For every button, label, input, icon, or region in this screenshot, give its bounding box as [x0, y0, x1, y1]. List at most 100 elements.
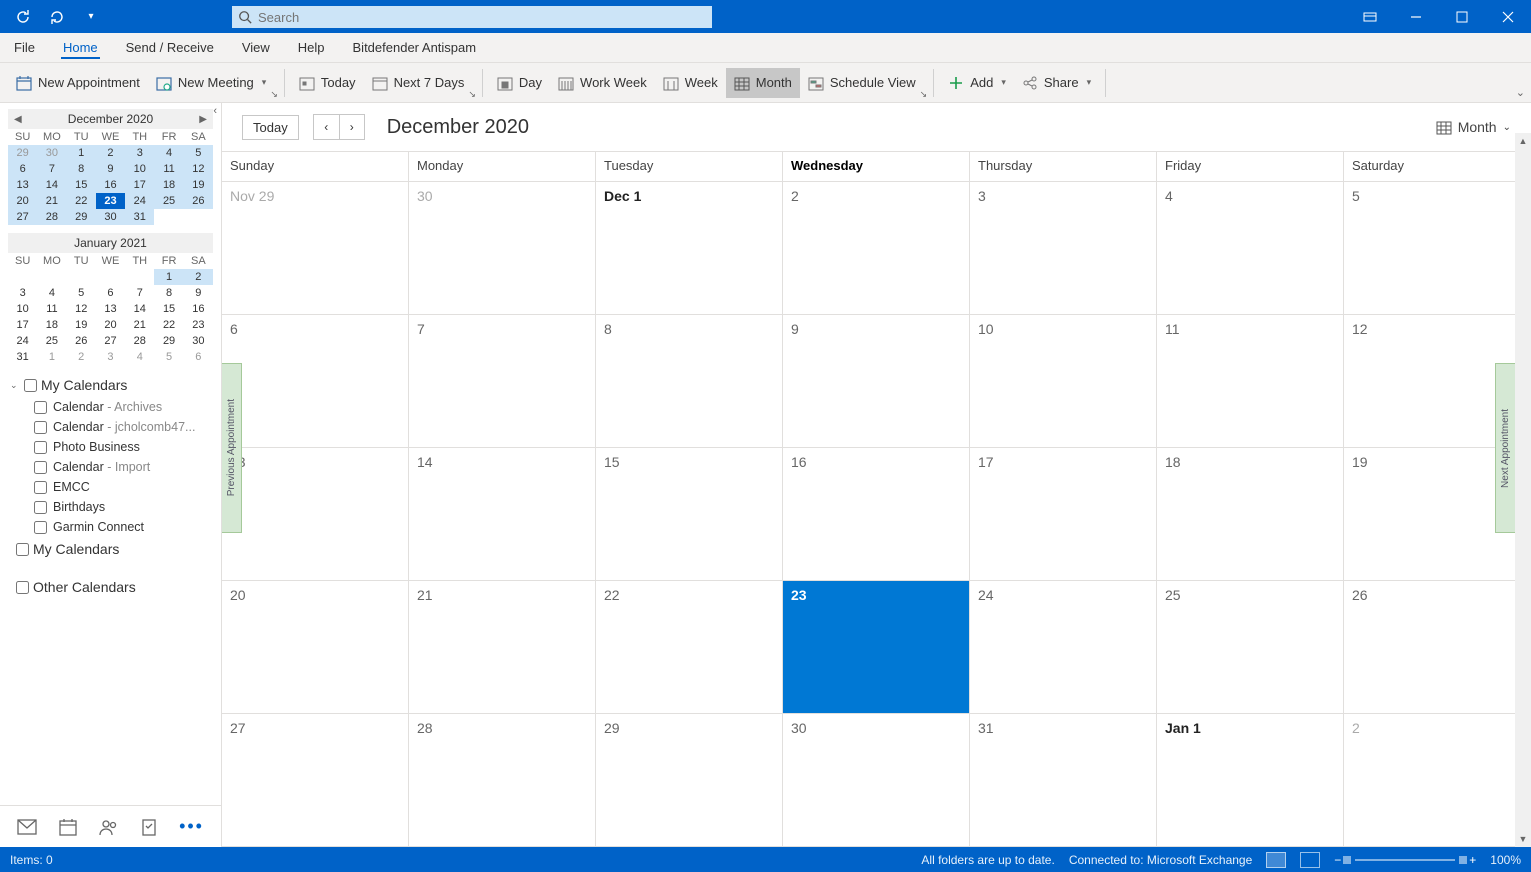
- minical-day[interactable]: 28: [125, 333, 154, 349]
- calendar-cell[interactable]: 16: [783, 448, 970, 581]
- sidebar-collapse-icon[interactable]: ‹: [213, 105, 217, 117]
- calendar-cell[interactable]: 6: [222, 315, 409, 448]
- calendar-group-my2[interactable]: My Calendars: [10, 537, 211, 561]
- group-checkbox[interactable]: [16, 543, 29, 556]
- calendar-cell[interactable]: 10: [970, 315, 1157, 448]
- calendar-checkbox[interactable]: [34, 481, 47, 494]
- minical-day[interactable]: 25: [37, 333, 66, 349]
- calendar-cell[interactable]: 23: [783, 581, 970, 714]
- ribbon-collapse-icon[interactable]: ⌄: [1516, 86, 1525, 99]
- calendar-checkbox[interactable]: [34, 441, 47, 454]
- minical-day[interactable]: 30: [96, 209, 125, 225]
- minical-day[interactable]: 21: [125, 317, 154, 333]
- calendar-cell[interactable]: 11: [1157, 315, 1344, 448]
- minical-day[interactable]: 21: [37, 193, 66, 209]
- minical-day[interactable]: 18: [154, 177, 183, 193]
- minical-day[interactable]: 9: [96, 161, 125, 177]
- calendar-item[interactable]: Photo Business: [10, 437, 211, 457]
- calendar-item[interactable]: Calendar - jcholcomb47...: [10, 417, 211, 437]
- minical-day[interactable]: 16: [96, 177, 125, 193]
- scroll-down-icon[interactable]: ▼: [1515, 831, 1531, 847]
- minical-day[interactable]: 6: [96, 285, 125, 301]
- minical-next-icon[interactable]: ▶: [199, 114, 207, 125]
- minical-prev-icon[interactable]: ◀: [14, 114, 22, 125]
- minical-day[interactable]: 1: [154, 269, 183, 285]
- minical-day[interactable]: 4: [37, 285, 66, 301]
- minical-day[interactable]: 17: [8, 317, 37, 333]
- minical-day[interactable]: 25: [154, 193, 183, 209]
- minical-day[interactable]: 29: [67, 209, 96, 225]
- calendar-cell[interactable]: 22: [596, 581, 783, 714]
- prev-month-button[interactable]: ‹: [313, 114, 339, 140]
- menu-home[interactable]: Home: [61, 36, 100, 59]
- minical-day[interactable]: 5: [184, 145, 213, 161]
- calendar-cell[interactable]: 15: [596, 448, 783, 581]
- week-view-button[interactable]: Week: [655, 68, 726, 98]
- zoom-in-icon[interactable]: +: [1469, 853, 1476, 867]
- minical-day[interactable]: 20: [96, 317, 125, 333]
- calendar-checkbox[interactable]: [34, 401, 47, 414]
- add-calendar-button[interactable]: Add ▾: [940, 68, 1014, 98]
- minical-day[interactable]: 30: [184, 333, 213, 349]
- calendar-checkbox[interactable]: [34, 501, 47, 514]
- group-checkbox[interactable]: [16, 581, 29, 594]
- minical-day[interactable]: 23: [184, 317, 213, 333]
- calendar-cell[interactable]: 4: [1157, 182, 1344, 315]
- next-month-button[interactable]: ›: [339, 114, 365, 140]
- maximize-button[interactable]: [1439, 0, 1485, 33]
- minical-day[interactable]: 8: [154, 285, 183, 301]
- calendar-cell[interactable]: 18: [1157, 448, 1344, 581]
- scrollbar[interactable]: ▲ ▼: [1515, 133, 1531, 847]
- calendar-item[interactable]: Calendar - Import: [10, 457, 211, 477]
- share-calendar-button[interactable]: Share ▾: [1014, 68, 1099, 98]
- calendar-cell[interactable]: 28: [409, 714, 596, 847]
- scroll-up-icon[interactable]: ▲: [1515, 133, 1531, 149]
- calendar-item[interactable]: Birthdays: [10, 497, 211, 517]
- group-launcher-icon[interactable]: ↘: [270, 89, 278, 100]
- calendar-item[interactable]: EMCC: [10, 477, 211, 497]
- menu-bitdefender-antispam[interactable]: Bitdefender Antispam: [351, 36, 479, 59]
- calendar-cell[interactable]: 27: [222, 714, 409, 847]
- minical-day[interactable]: 31: [8, 349, 37, 365]
- mail-icon[interactable]: [11, 813, 43, 841]
- goto-today-button[interactable]: Today: [242, 115, 299, 140]
- calendar-cell[interactable]: 29: [596, 714, 783, 847]
- group-checkbox[interactable]: [24, 379, 37, 392]
- calendar-icon[interactable]: [53, 812, 83, 842]
- calendar-cell[interactable]: 5: [1344, 182, 1531, 315]
- prev-appointment-tab[interactable]: Previous Appointment: [222, 363, 242, 533]
- minical-day[interactable]: 3: [8, 285, 37, 301]
- minical-day[interactable]: 24: [125, 193, 154, 209]
- undo-icon[interactable]: [44, 4, 70, 30]
- minical-day[interactable]: 19: [184, 177, 213, 193]
- day-view-button[interactable]: Day: [489, 68, 550, 98]
- minical-day[interactable]: 6: [8, 161, 37, 177]
- calendar-cell[interactable]: Nov 29: [222, 182, 409, 315]
- minical-day[interactable]: 3: [96, 349, 125, 365]
- calendar-cell[interactable]: Dec 1: [596, 182, 783, 315]
- minical-day[interactable]: 20: [8, 193, 37, 209]
- calendar-cell[interactable]: 17: [970, 448, 1157, 581]
- tasks-icon[interactable]: [135, 812, 163, 842]
- minical-day[interactable]: 12: [184, 161, 213, 177]
- calendar-cell[interactable]: 8: [596, 315, 783, 448]
- calendar-group-other[interactable]: Other Calendars: [10, 575, 211, 599]
- menu-send-receive[interactable]: Send / Receive: [124, 36, 216, 59]
- calendar-cell[interactable]: 2: [783, 182, 970, 315]
- minical-day[interactable]: 15: [154, 301, 183, 317]
- sync-icon[interactable]: [10, 4, 36, 30]
- calendar-cell[interactable]: 20: [222, 581, 409, 714]
- calendar-checkbox[interactable]: [34, 521, 47, 534]
- minical-day[interactable]: 27: [8, 209, 37, 225]
- minical-day[interactable]: 12: [67, 301, 96, 317]
- schedule-view-button[interactable]: Schedule View: [800, 68, 924, 98]
- view-selector[interactable]: Month ⌄: [1436, 119, 1511, 135]
- minical-day[interactable]: 14: [125, 301, 154, 317]
- calendar-cell[interactable]: 21: [409, 581, 596, 714]
- minical-day[interactable]: 2: [184, 269, 213, 285]
- calendar-item[interactable]: Garmin Connect: [10, 517, 211, 537]
- people-icon[interactable]: [93, 812, 125, 842]
- minical-day[interactable]: 26: [184, 193, 213, 209]
- new-meeting-button[interactable]: New Meeting ▾: [148, 68, 274, 98]
- minical-day[interactable]: 13: [96, 301, 125, 317]
